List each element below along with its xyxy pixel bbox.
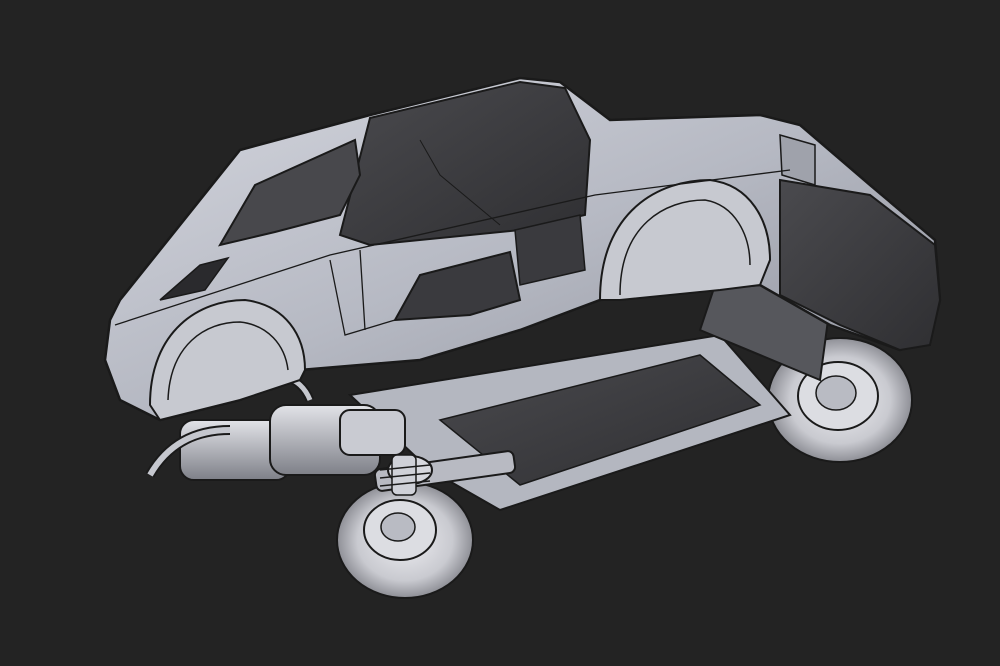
front-wheel	[336, 481, 474, 599]
car-render	[103, 76, 942, 599]
render-viewport	[0, 0, 1000, 666]
